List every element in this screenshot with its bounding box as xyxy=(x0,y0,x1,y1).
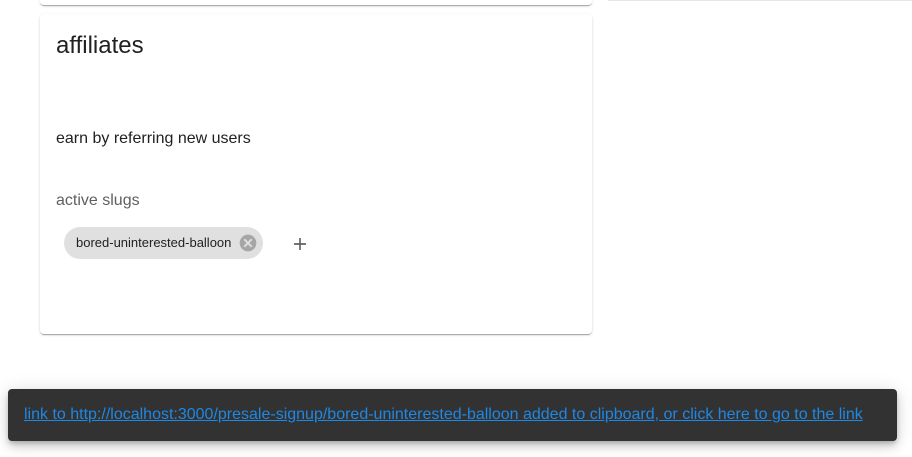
side-card-edge xyxy=(608,0,912,1)
card-title: affiliates xyxy=(56,32,144,59)
card-description: earn by referring new users xyxy=(56,130,251,147)
plus-icon xyxy=(294,238,306,250)
snackbar: link to http://localhost:3000/presale-si… xyxy=(8,389,897,441)
slug-chip-label: bored-uninterested-balloon xyxy=(76,235,232,250)
slug-chip[interactable]: bored-uninterested-balloon xyxy=(64,227,264,259)
affiliates-card: affiliates earn by referring new users a… xyxy=(40,14,592,334)
active-slugs-label: active slugs xyxy=(56,192,140,209)
previous-card-edge xyxy=(40,0,592,5)
snackbar-link[interactable]: link to http://localhost:3000/presale-si… xyxy=(24,406,863,424)
cancel-circle-icon[interactable] xyxy=(237,232,259,254)
add-slug-button[interactable] xyxy=(286,230,314,258)
